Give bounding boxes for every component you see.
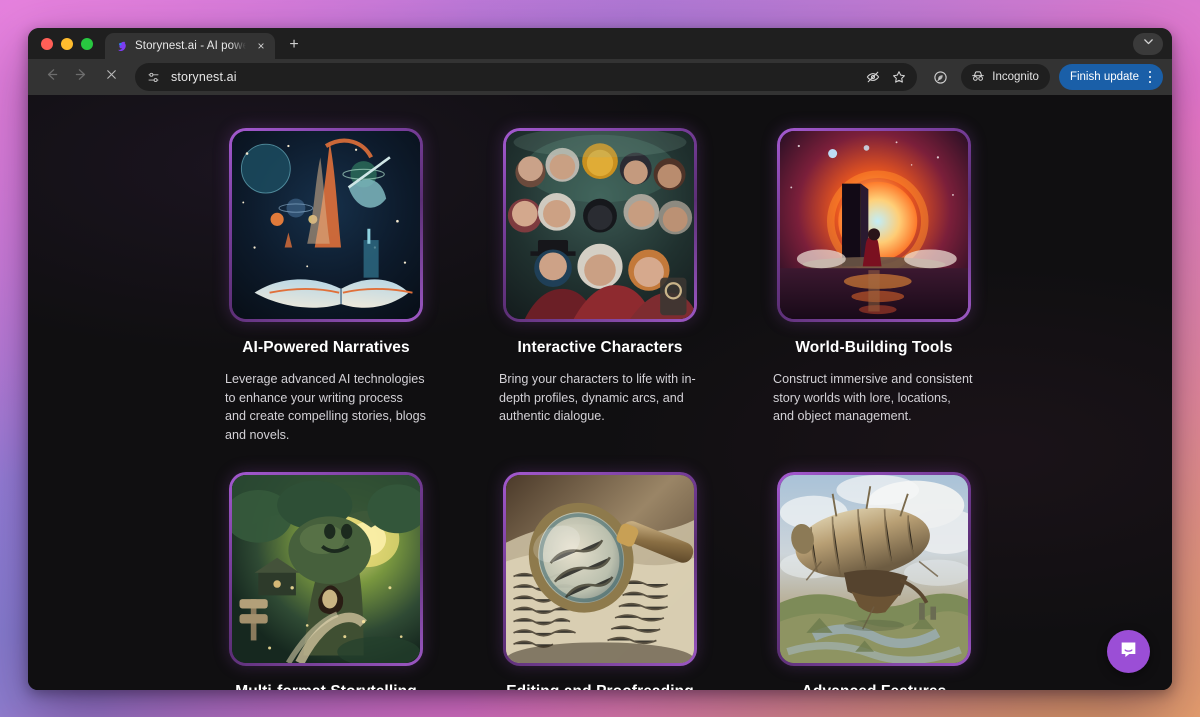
enchanted-forest-with-glowing-tree-house [232,475,420,663]
feature-card-description: Bring your characters to life with in-de… [498,370,702,426]
feature-card-title: Editing and Proofreading [498,683,702,691]
page-viewport: AI-Powered Narratives Leverage advanced … [28,95,1172,690]
figure-before-glowing-cosmic-portal-doorway [780,131,968,319]
stop-loading-button[interactable] [97,63,125,91]
chat-launcher-button[interactable] [1107,630,1150,673]
feature-card[interactable]: Interactive Characters Bring your charac… [498,128,702,445]
finish-update-button[interactable]: Finish update [1059,64,1163,90]
arrow-left-icon [43,66,60,88]
finish-update-label: Finish update [1070,71,1139,83]
omnibox-actions [861,65,911,89]
url-text[interactable]: storynest.ai [171,70,853,84]
feature-card[interactable]: Multi-format Storytelling Create stories… [224,472,428,691]
feature-card-description: Leverage advanced AI technologies to enh… [224,370,428,445]
browser-window: Storynest.ai - AI powered Inte × + [28,28,1172,690]
feature-card-image-frame [777,128,971,322]
page-settings-icon[interactable] [144,68,163,87]
feature-card-image-frame [503,128,697,322]
open-book-with-cosmic-imagination-illustration [232,131,420,319]
chevron-down-icon [1142,35,1155,53]
close-window-button[interactable] [41,38,53,50]
chat-bubble-icon [1118,639,1139,665]
window-traffic-lights [39,28,105,59]
feature-card[interactable]: Advanced Features Enhance your writing e… [772,472,976,691]
arrow-right-icon [73,66,90,88]
tab-strip: Storynest.ai - AI powered Inte × + [28,28,1172,59]
feature-card-grid: AI-Powered Narratives Leverage advanced … [224,128,976,690]
tab-search-button[interactable] [1133,33,1163,55]
feature-card-image-frame [229,128,423,322]
forward-button[interactable] [67,63,95,91]
steampunk-airship-flying-over-landscape [780,475,968,663]
feature-card-image-frame [503,472,697,666]
tab-title: Storynest.ai - AI powered Inte [135,40,246,52]
star-icon[interactable] [887,65,911,89]
feature-card[interactable]: AI-Powered Narratives Leverage advanced … [224,128,428,445]
back-button[interactable] [37,63,65,91]
feature-card[interactable]: Editing and Proofreading Polish your sto… [498,472,702,691]
crowd-of-steampunk-historical-characters-portrait [506,131,694,319]
address-bar[interactable]: storynest.ai [135,63,917,91]
browser-tab[interactable]: Storynest.ai - AI powered Inte × [105,33,275,59]
feature-card-image-frame [229,472,423,666]
incognito-label: Incognito [992,71,1039,83]
feature-card-description: Construct immersive and consistent story… [772,370,976,426]
close-tab-button[interactable]: × [253,38,269,54]
feature-card-title: Advanced Features [772,683,976,691]
feature-card-image-frame [777,472,971,666]
extension-leaf-icon[interactable] [927,64,953,90]
browser-toolbar: storynest.ai [28,59,1172,95]
feature-card-title: Multi-format Storytelling [224,683,428,691]
new-tab-button[interactable]: + [281,32,307,58]
storynest-features-page: AI-Powered Narratives Leverage advanced … [28,95,1172,690]
maximize-window-button[interactable] [81,38,93,50]
feature-card[interactable]: World-Building Tools Construct immersive… [772,128,976,445]
feature-card-title: AI-Powered Narratives [224,339,428,357]
eye-slash-icon[interactable] [861,65,885,89]
minimize-window-button[interactable] [61,38,73,50]
feature-card-title: World-Building Tools [772,339,976,357]
close-x-icon [104,67,119,87]
magnifying-glass-over-handwritten-manuscript [506,475,694,663]
incognito-indicator[interactable]: Incognito [961,64,1050,90]
feature-card-title: Interactive Characters [498,339,702,357]
storynest-logo-icon [115,40,128,53]
incognito-hat-icon [970,68,986,87]
kebab-menu-icon[interactable] [1143,68,1157,86]
